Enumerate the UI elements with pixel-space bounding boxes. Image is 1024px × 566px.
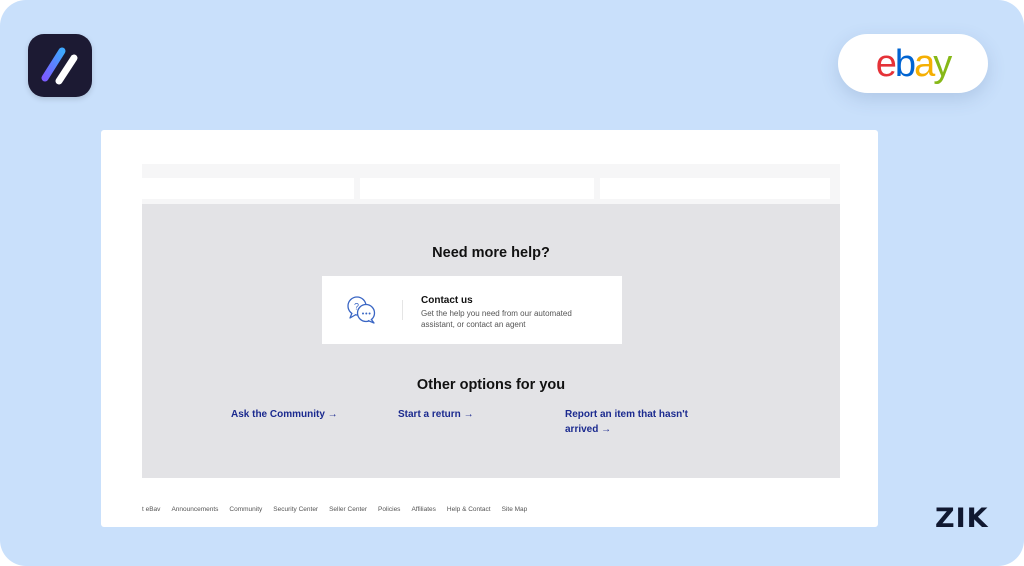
- footer-link[interactable]: Seller Center: [329, 506, 367, 513]
- ebay-letter-b: b: [894, 42, 916, 85]
- contact-us-title: Contact us: [421, 295, 473, 306]
- ask-community-link[interactable]: Ask the Community →: [231, 407, 371, 422]
- contact-us-description: Get the help you need from our automated…: [421, 309, 572, 329]
- report-missing-item-link[interactable]: Report an item that hasn't arrived →: [565, 407, 705, 437]
- app-logo-icon: [28, 34, 92, 97]
- tab-placeholder: [142, 178, 354, 199]
- footer-link[interactable]: Help & Contact: [447, 506, 491, 513]
- footer-link[interactable]: t eBav: [142, 506, 160, 513]
- card-divider: [402, 300, 403, 320]
- ebay-letter-a: a: [914, 42, 935, 85]
- contact-us-card[interactable]: ? Contact us Get the help you need from …: [322, 276, 622, 344]
- footer-link[interactable]: Security Center: [273, 506, 318, 513]
- chat-bubbles-icon: ?: [347, 296, 376, 324]
- tab-placeholder: [360, 178, 594, 199]
- footer-link[interactable]: Site Map: [502, 506, 528, 513]
- zik-logo: ZIK: [935, 503, 989, 534]
- tab-placeholder: [600, 178, 830, 199]
- help-section: Need more help? ? Contact us Get the hel…: [142, 204, 840, 478]
- need-more-help-heading: Need more help?: [432, 245, 550, 261]
- ebay-letter-y: y: [933, 42, 952, 85]
- other-options-heading: Other options for you: [416, 377, 566, 393]
- footer-link[interactable]: Community: [229, 506, 262, 513]
- footer-link[interactable]: Policies: [378, 506, 400, 513]
- ebay-help-page-screenshot: Need more help? ? Contact us Get the hel…: [101, 130, 878, 527]
- promo-background: ebay ZIK Need more help? ? Contact us Ge…: [0, 0, 1024, 566]
- footer-links: t eBav Announcements Community Security Cen…: [142, 506, 840, 518]
- ebay-letter-e: e: [875, 42, 897, 85]
- ebay-logo-badge: ebay: [838, 34, 988, 93]
- start-return-link[interactable]: Start a return →: [398, 407, 518, 422]
- footer-link[interactable]: Announcements: [171, 506, 218, 513]
- ebay-logo: ebay: [875, 42, 952, 85]
- footer-link[interactable]: Affiliates: [411, 506, 435, 513]
- top-tab-band: [142, 164, 840, 204]
